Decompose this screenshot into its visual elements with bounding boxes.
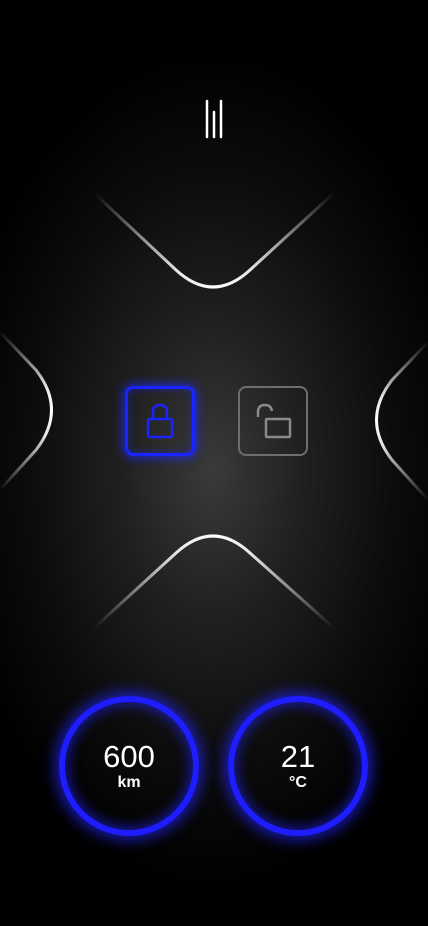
lock-open-icon bbox=[256, 403, 292, 439]
range-value: 600 bbox=[103, 739, 155, 774]
lock-button[interactable] bbox=[125, 386, 195, 456]
car-rear-outline bbox=[92, 534, 336, 630]
car-control-screen: 600 km 21 °C bbox=[0, 0, 428, 926]
unlock-button[interactable] bbox=[238, 386, 308, 456]
range-unit: km bbox=[117, 774, 141, 791]
temperature-unit: °C bbox=[289, 774, 307, 791]
temperature-gauge: 21 °C bbox=[228, 696, 368, 836]
range-gauge: 600 km bbox=[59, 696, 199, 836]
lock-closed-icon bbox=[146, 403, 174, 439]
car-left-outline bbox=[0, 330, 53, 492]
temperature-value: 21 bbox=[280, 739, 316, 774]
car-front-outline bbox=[92, 191, 336, 289]
car-right-outline bbox=[375, 340, 428, 502]
